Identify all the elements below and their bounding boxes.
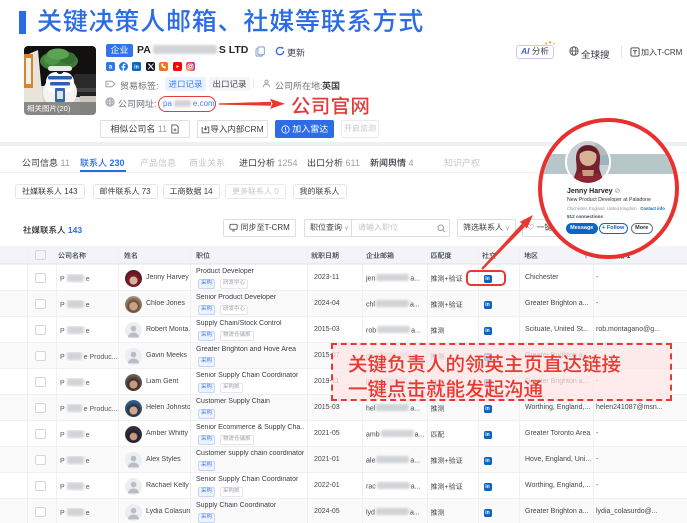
svg-text:in: in bbox=[134, 65, 139, 71]
svg-text:a: a bbox=[108, 64, 112, 71]
